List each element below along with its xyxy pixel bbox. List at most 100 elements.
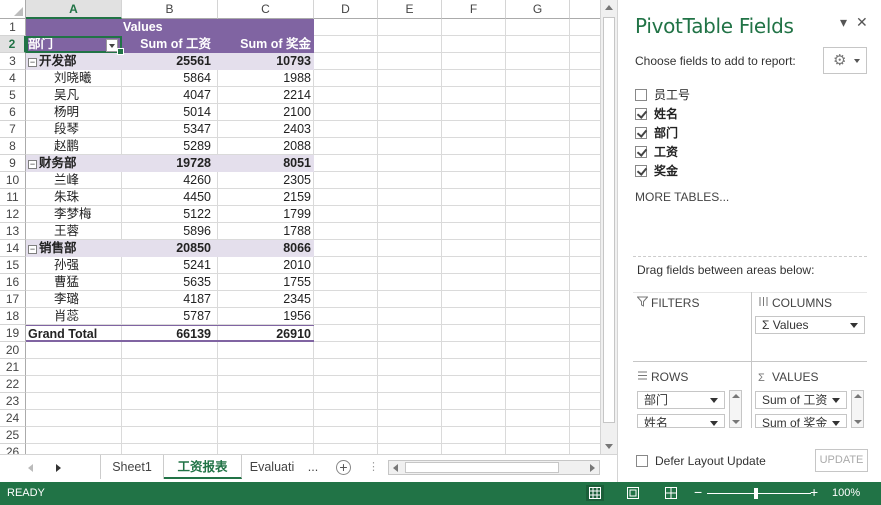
member-bonus[interactable]: 2345 (218, 291, 314, 307)
member-name[interactable]: 吴凡 (28, 87, 121, 103)
update-button[interactable]: UPDATE (815, 449, 868, 472)
collapse-button[interactable]: − (28, 160, 37, 169)
page-layout-view-button[interactable] (624, 485, 642, 501)
row-header[interactable]: 2 (0, 36, 26, 53)
sum-bonus-header[interactable]: Sum of 奖金 (218, 36, 314, 52)
zoom-slider-track[interactable] (707, 493, 811, 494)
collapse-button[interactable]: − (28, 58, 37, 67)
member-salary[interactable]: 5014 (122, 104, 214, 120)
row-header[interactable]: 15 (0, 257, 26, 274)
row-header[interactable]: 18 (0, 308, 26, 325)
chevron-down-icon[interactable] (832, 398, 840, 403)
normal-view-button[interactable] (586, 485, 604, 501)
zoom-level[interactable]: 100% (832, 487, 860, 499)
field-item-bonus[interactable]: 奖金 (635, 162, 690, 181)
more-tables-link[interactable]: MORE TABLES... (635, 190, 729, 204)
close-icon[interactable]: ✕ (856, 14, 868, 31)
new-sheet-button[interactable]: + (336, 460, 351, 475)
row-header[interactable]: 20 (0, 342, 26, 359)
member-name[interactable]: 段琴 (28, 121, 121, 137)
group-name[interactable]: 财务部 (39, 156, 77, 170)
row-header[interactable]: 26 (0, 444, 26, 454)
member-salary[interactable]: 5347 (122, 121, 214, 137)
column-header-b[interactable]: B (122, 0, 218, 19)
member-bonus[interactable]: 2100 (218, 104, 314, 120)
previous-sheet-icon[interactable] (28, 464, 33, 472)
field-item-department[interactable]: 部门 (635, 124, 690, 143)
grand-total-salary[interactable]: 66139 (122, 326, 214, 342)
row-header[interactable]: 19 (0, 325, 26, 342)
group-salary[interactable]: 20850 (122, 240, 214, 256)
member-name[interactable]: 王蓉 (28, 223, 121, 239)
member-salary[interactable]: 5787 (122, 308, 214, 324)
columns-field-values[interactable]: Σ Values (755, 316, 865, 334)
member-name[interactable]: 孙强 (28, 257, 121, 273)
row-header[interactable]: 24 (0, 410, 26, 427)
member-name[interactable]: 李璐 (28, 291, 121, 307)
more-sheets-button[interactable]: ... (300, 455, 326, 479)
row-header[interactable]: 8 (0, 138, 26, 155)
row-header[interactable]: 11 (0, 189, 26, 206)
member-salary[interactable]: 4047 (122, 87, 214, 103)
member-salary[interactable]: 5896 (122, 223, 214, 239)
zoom-slider-thumb[interactable] (754, 488, 758, 499)
chevron-down-icon[interactable] (710, 421, 718, 426)
group-bonus[interactable]: 8066 (218, 240, 314, 256)
row-header[interactable]: 23 (0, 393, 26, 410)
row-header[interactable]: 12 (0, 206, 26, 223)
member-salary[interactable]: 5864 (122, 70, 214, 86)
chevron-down-icon[interactable] (710, 398, 718, 403)
column-header-g[interactable]: G (506, 0, 570, 19)
tab-splitter-handle[interactable]: ⋮ (368, 461, 379, 473)
row-label-filter-dropdown[interactable] (106, 39, 118, 52)
member-bonus[interactable]: 1956 (218, 308, 314, 324)
rows-field-name[interactable]: 姓名 (637, 414, 725, 428)
column-header-e[interactable]: E (378, 0, 442, 19)
member-salary[interactable]: 5289 (122, 138, 214, 154)
values-label[interactable]: Values (122, 19, 214, 35)
defer-layout-update[interactable]: Defer Layout Update (636, 454, 766, 468)
group-salary[interactable]: 19728 (122, 155, 214, 171)
group-name[interactable]: 销售部 (39, 241, 77, 255)
row-header[interactable]: 16 (0, 274, 26, 291)
sheet-tab-sheet1[interactable]: Sheet1 (100, 455, 164, 479)
collapse-button[interactable]: − (28, 245, 37, 254)
row-header[interactable]: 4 (0, 70, 26, 87)
member-bonus[interactable]: 2088 (218, 138, 314, 154)
field-checkbox[interactable] (635, 108, 647, 120)
scroll-left-icon[interactable] (393, 464, 398, 472)
chevron-down-icon[interactable] (850, 323, 858, 328)
member-name[interactable]: 刘晓曦 (28, 70, 121, 86)
member-salary[interactable]: 5635 (122, 274, 214, 290)
pane-splitter[interactable] (633, 256, 867, 257)
member-bonus[interactable]: 1988 (218, 70, 314, 86)
zoom-out-button[interactable]: − (694, 484, 702, 500)
sheet-tab-evaluation[interactable]: Evaluati (242, 455, 302, 479)
row-header[interactable]: 5 (0, 87, 26, 104)
values-field-sum-bonus[interactable]: Sum of 奖金 (755, 414, 847, 428)
scroll-up-icon[interactable] (605, 5, 613, 10)
row-header[interactable]: 22 (0, 376, 26, 393)
member-bonus[interactable]: 2159 (218, 189, 314, 205)
vertical-scroll-thumb[interactable] (603, 17, 615, 423)
rows-field-department[interactable]: 部门 (637, 391, 725, 409)
grand-total-label[interactable]: Grand Total (28, 326, 121, 342)
member-bonus[interactable]: 2305 (218, 172, 314, 188)
member-bonus[interactable]: 2010 (218, 257, 314, 273)
scroll-down-icon[interactable] (605, 444, 613, 449)
column-header-h[interactable] (570, 0, 600, 19)
active-cell-selection[interactable] (26, 36, 124, 55)
group-bonus[interactable]: 10793 (218, 53, 314, 69)
column-header-a[interactable]: A (26, 0, 122, 19)
member-bonus[interactable]: 1788 (218, 223, 314, 239)
column-header-d[interactable]: D (314, 0, 378, 19)
member-name[interactable]: 肖蕊 (28, 308, 121, 324)
member-bonus[interactable]: 1755 (218, 274, 314, 290)
member-name[interactable]: 兰峰 (28, 172, 121, 188)
row-header[interactable]: 17 (0, 291, 26, 308)
row-header[interactable]: 13 (0, 223, 26, 240)
member-name[interactable]: 朱珠 (28, 189, 121, 205)
member-name[interactable]: 赵鹏 (28, 138, 121, 154)
field-checkbox[interactable] (635, 127, 647, 139)
field-item-salary[interactable]: 工资 (635, 143, 690, 162)
